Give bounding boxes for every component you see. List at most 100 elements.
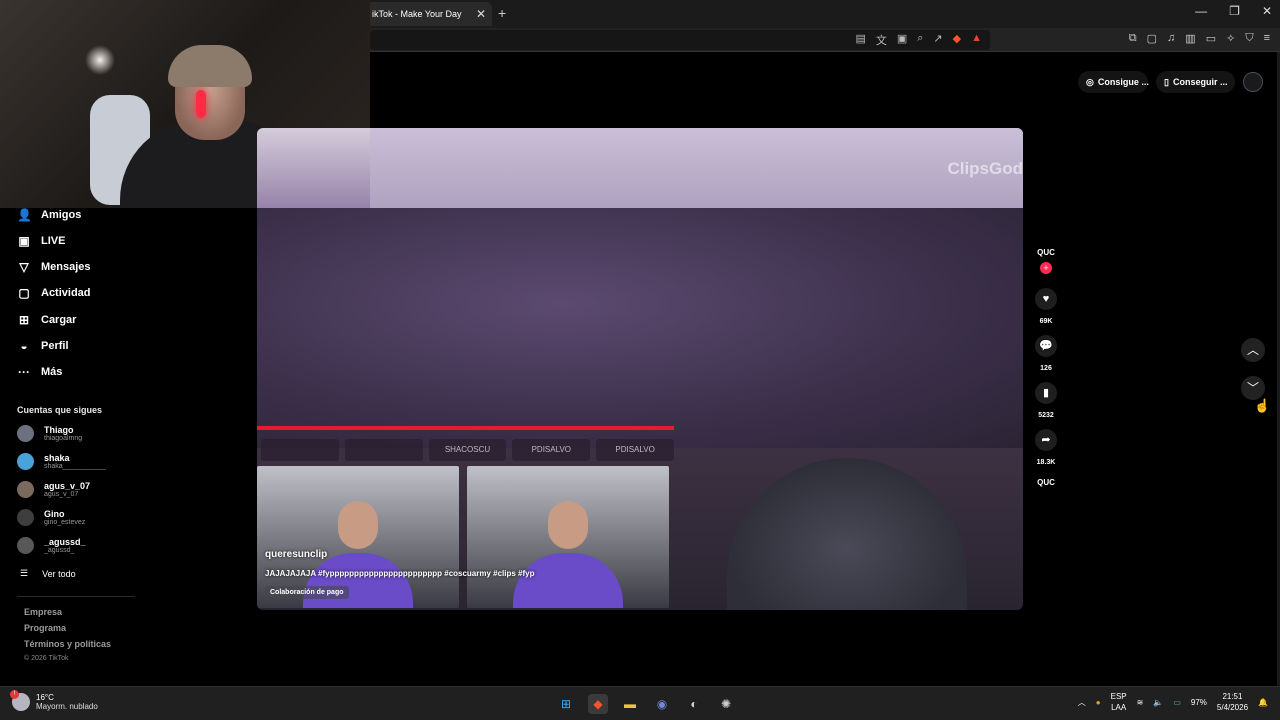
menu-icon[interactable]: ≡ [1264,32,1270,45]
user-avatar[interactable] [1243,72,1264,92]
comment-icon: 💬 [1039,340,1053,352]
music-disc[interactable]: QUC [1035,478,1057,487]
chevron-down-icon: ﹀ [1246,381,1259,395]
following-account[interactable]: _agussd_ _agussd_ [17,537,86,554]
creator-avatar[interactable]: QUC [1035,240,1057,262]
like-button[interactable]: ♥ [1035,288,1057,310]
footer-link-terms[interactable]: Términos y políticas [24,639,111,649]
music-icon[interactable]: ♫ [1167,32,1175,45]
sidebar-item-activity[interactable]: ▢ Actividad [17,286,90,300]
browser-tab-tiktok[interactable]: ikTok - Make Your Day ✕ [366,2,492,26]
microphone-icon[interactable]: ● [1096,698,1101,707]
phone-icon: ▯ [1164,76,1169,87]
sidebar-item-more[interactable]: ··· Más [17,365,62,379]
avatar [17,453,34,470]
video-author[interactable]: queresunclip [265,549,327,560]
comment-button[interactable]: 💬 [1035,335,1057,357]
temperature: 16°C [36,693,54,702]
save-count: 5232 [1038,412,1054,419]
windows-start-icon[interactable]: ⊞ [556,694,576,714]
tray-overflow-icon[interactable]: ︿ [1078,697,1086,708]
following-account[interactable]: agus_v_07 agus_v_07 [17,481,90,498]
sidebar-item-upload[interactable]: ⊞ Cargar [17,313,77,327]
video-player[interactable]: ClipsGod SHACOSCU PDISALVO PDISALVO quer… [257,128,1023,610]
weather-widget[interactable]: ! 16°C Mayorm. nublado [10,690,98,711]
sidebar-item-profile[interactable]: ◒ Perfil [17,339,68,353]
list-icon: ☰ [20,568,29,578]
following-account[interactable]: Thiago thiagoalmng [17,425,82,442]
maximize-button[interactable]: ❐ [1229,4,1240,18]
vpn-icon[interactable]: ⛉ [1245,32,1253,45]
leo-icon[interactable]: ✧ [1226,32,1235,45]
footer-link-program[interactable]: Programa [24,623,66,633]
account-name: _agussd_ [44,537,86,547]
tab-close-icon[interactable]: ✕ [476,7,486,21]
account-handle: thiagoalmng [44,435,83,442]
volume-icon[interactable]: 🔈 [1153,698,1163,707]
share-icon[interactable]: ↗ [933,32,942,48]
sidebar-item-live[interactable]: ▣ LIVE [17,234,65,248]
address-bar[interactable]: ▤ 文 ▣ ⌕ ↗ ◆ ▲ [370,30,990,50]
reader-icon[interactable]: ▤ [855,32,865,48]
stream-tag [344,439,423,461]
sidebar-item-label: LIVE [41,235,66,247]
toolbar-icons: ⧉ ▢ ♫ ▥ ▭ ✧ ⛉ ≡ [1129,32,1270,45]
new-tab-button[interactable]: + [498,5,506,21]
cloud-icon: ! [10,690,30,711]
media-icon[interactable]: ▣ [897,32,907,48]
screenshot-icon[interactable]: ▢ [1147,32,1157,45]
notification-icon[interactable]: 🔔 [1258,698,1268,707]
file-explorer-icon[interactable]: ▬ [620,694,640,714]
tiktok-sidebar: 👤 Amigos ▣ LIVE ▽ Mensajes ▢ Actividad ⊞… [0,208,257,686]
live-icon: ▣ [18,234,30,248]
avatar [17,425,34,442]
share-button[interactable]: ➦ [1035,429,1057,451]
extensions-icon[interactable]: ⧉ [1129,32,1137,45]
language-indicator[interactable]: ESP LAA [1111,691,1127,713]
discord-icon[interactable]: ◉ [652,694,672,714]
get-coins-button[interactable]: ◎ Consigue ... [1078,71,1149,93]
next-video-button[interactable]: ﹀ [1241,376,1265,400]
sidebar-toggle-icon[interactable]: ▥ [1185,32,1195,45]
profile-icon: ◒ [20,339,28,353]
top-right-actions: ◎ Consigue ... ▯ Conseguir ... [1078,71,1264,93]
stream-overlay-tags: SHACOSCU PDISALVO PDISALVO [257,439,674,461]
zoom-icon[interactable]: ⌕ [917,32,923,48]
minimize-button[interactable]: — [1195,4,1207,18]
chatgpt-icon[interactable]: ✺ [716,694,736,714]
brave-browser-icon[interactable]: ◆ [588,694,608,714]
stream-tag: SHACOSCU [428,439,507,461]
close-window-button[interactable]: ✕ [1262,4,1272,18]
alert-badge: ! [10,690,19,699]
clock[interactable]: 21:51 5/4/2026 [1217,691,1248,713]
following-header: Cuentas que sigues [17,405,103,415]
get-app-button[interactable]: ▯ Conseguir ... [1156,71,1236,93]
save-button[interactable]: ▮ [1035,382,1057,404]
account-name: shaka [44,453,70,463]
brave-shield-icon[interactable]: ◆ [953,32,961,48]
sidebar-item-friends[interactable]: 👤 Amigos [17,208,81,222]
wallet-icon[interactable]: ▭ [1206,32,1216,45]
sidebar-item-label: Mensajes [41,261,91,273]
rewards-icon[interactable]: ▲ [971,32,982,48]
follow-plus-icon[interactable]: + [1040,262,1052,274]
sidebar-item-label: Amigos [41,209,82,221]
footer-link-company[interactable]: Empresa [24,607,62,617]
share-arrow-icon: ➦ [1041,434,1051,446]
account-handle: agus_v_07 [44,491,79,498]
taskbar-apps: ⊞ ◆ ▬ ◉ ◐ ✺ [556,694,736,714]
following-account[interactable]: shaka shaka___________ [17,453,106,470]
coin-icon: ◎ [1086,76,1094,87]
activity-icon: ▢ [18,286,30,300]
see-all-link[interactable]: ☰ Ver todo [20,568,76,579]
steam-icon[interactable]: ◐ [684,694,704,714]
following-account[interactable]: Gino gino_estevez [17,509,85,526]
sidebar-item-messages[interactable]: ▽ Mensajes [17,260,91,274]
wifi-icon[interactable]: ≋ [1137,698,1144,707]
previous-video-button[interactable]: ︿ [1241,338,1265,362]
account-handle: shaka___________ [44,463,106,470]
battery-icon[interactable]: ▭ [1173,698,1181,707]
translate-icon[interactable]: 文 [876,32,887,48]
stream-tag: PDISALVO [596,439,674,461]
video-blanket [257,208,1023,448]
